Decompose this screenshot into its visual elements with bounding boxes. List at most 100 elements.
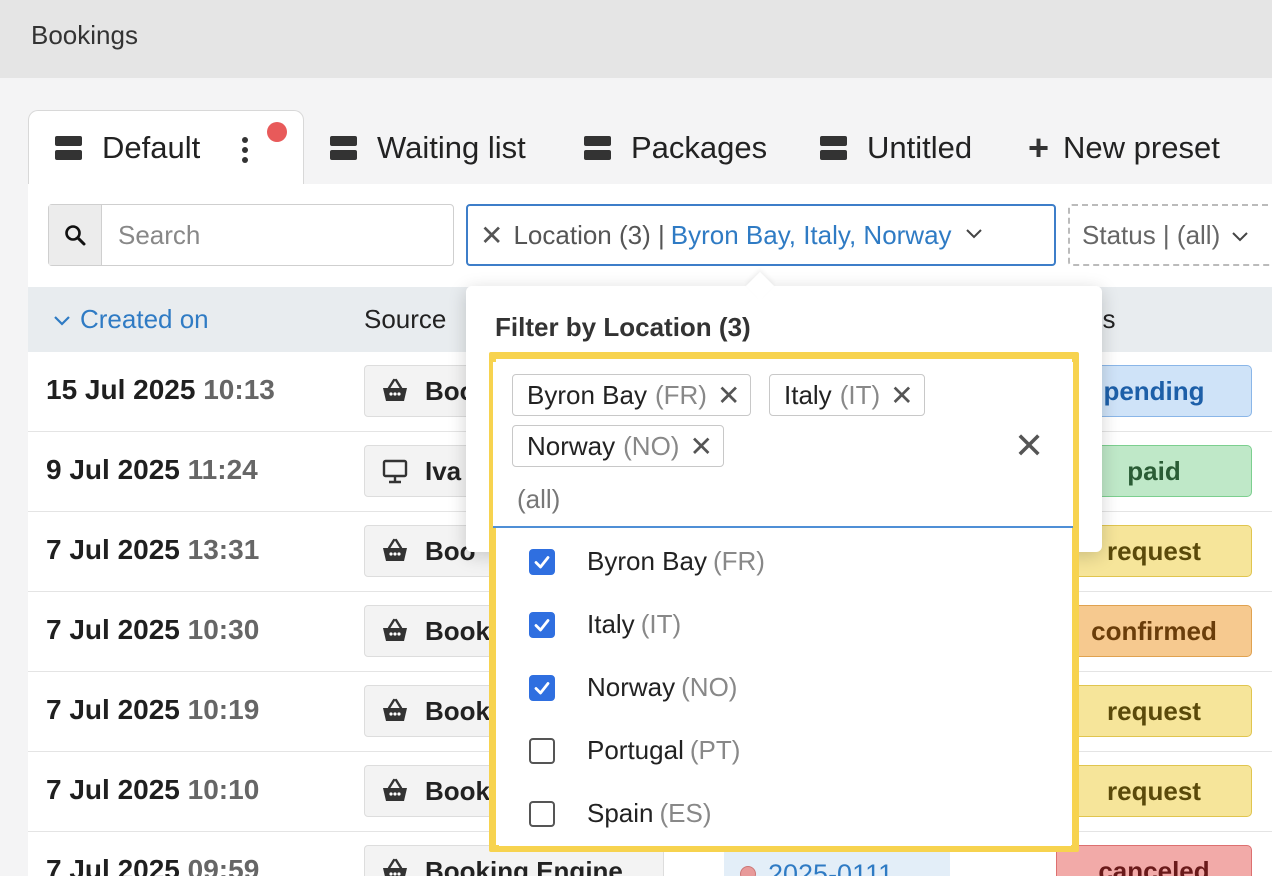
status-badge: request [1056,765,1252,817]
chip-label: Norway [527,430,616,461]
remove-chip-icon[interactable]: ✕ [890,379,913,412]
check-icon [534,681,550,694]
created-on-cell: 7 Jul 2025 10:30 [46,614,259,646]
option-name: Portugal [587,735,684,765]
location-option[interactable]: Italy (IT) [499,593,1071,656]
tab-waiting-list[interactable]: Waiting list [330,110,526,185]
basket-icon [381,617,409,645]
status-badge: canceled [1056,845,1252,876]
table-icon [330,135,357,160]
status-filter[interactable]: Status | (all) [1068,204,1272,266]
plus-icon: + [1028,126,1050,168]
tab-label: New preset [1063,129,1220,165]
search-button[interactable] [49,205,102,265]
time-text: 09:59 [187,854,260,876]
tab-label: Packages [631,129,768,165]
option-label: Spain (ES) [587,798,712,829]
preset-tabs: Default Waiting list Packages Untitled +… [0,110,1272,185]
location-option[interactable]: Portugal (PT) [499,719,1071,782]
source-label: Book [425,775,490,806]
option-label: Portugal (PT) [587,735,740,766]
source-label: Book [425,695,490,726]
basket-icon [381,537,409,565]
date-text: 7 Jul 2025 [46,694,180,725]
basket-icon [381,777,409,805]
chevron-down-icon [964,224,984,247]
selected-chip-byron-bay: Byron Bay (FR) ✕ [512,374,752,416]
date-text: 7 Jul 2025 [46,534,180,565]
created-on-cell: 7 Jul 2025 10:10 [46,774,259,806]
option-label: Italy (IT) [587,609,681,640]
checkbox-unchecked[interactable] [529,800,555,827]
search-icon [65,225,86,246]
chip-code: (FR) [654,379,707,410]
search-box [48,204,454,266]
tab-packages[interactable]: Packages [584,110,767,185]
selected-chip-italy: Italy (IT) ✕ [769,374,925,416]
basket-icon [381,857,409,876]
location-filter-label: Location (3) | [513,219,665,250]
clear-filter-icon[interactable]: ✕ [480,219,503,252]
option-code: (NO) [681,672,738,702]
table-icon [55,136,82,160]
table-icon [584,135,611,160]
created-on-cell: 15 Jul 2025 10:13 [46,374,275,406]
chip-label: Italy [784,379,832,410]
booking-ref[interactable]: 2025-0111 [724,848,950,876]
selected-chip-norway: Norway (NO) ✕ [512,425,724,467]
top-bar: Bookings [0,0,1272,78]
created-on-cell: 9 Jul 2025 11:24 [46,454,258,486]
date-text: 9 Jul 2025 [46,454,180,485]
chip-label: Byron Bay [527,379,647,410]
location-options-list: Byron Bay (FR) Italy (IT) Norway (NO) Portugal… [499,530,1071,846]
remove-chip-icon[interactable]: ✕ [689,430,712,463]
more-vertical-icon[interactable] [241,137,249,163]
unsaved-indicator [267,122,287,142]
tab-new-preset[interactable]: + New preset [1028,110,1220,185]
tab-default[interactable]: Default [28,110,304,185]
page-title: Bookings [31,20,138,50]
time-text: 10:10 [187,774,260,805]
tab-untitled[interactable]: Untitled [820,110,972,185]
tab-label: Untitled [867,129,973,165]
chevron-down-icon [54,316,70,326]
option-code: (FR) [712,546,765,576]
column-created-on[interactable]: Created on [52,304,209,335]
created-on-cell: 7 Jul 2025 10:19 [46,694,259,726]
checkbox-unchecked[interactable] [529,737,555,764]
time-text: 11:24 [187,454,258,485]
option-name: Italy [587,609,635,639]
check-icon [534,618,550,631]
popover-title: Filter by Location (3) [495,312,751,342]
checkbox-checked[interactable] [529,674,555,701]
chip-code: (NO) [623,430,680,461]
date-text: 7 Jul 2025 [46,854,180,876]
source-label: Book [425,615,490,646]
option-code: (PT) [689,735,741,765]
date-text: 7 Jul 2025 [46,774,180,805]
clear-all-icon[interactable]: ✕ [1014,428,1044,464]
option-code: (ES) [659,798,712,828]
multiselect-placeholder[interactable]: (all) [517,484,560,515]
checkbox-checked[interactable] [529,548,555,575]
created-on-cell: 7 Jul 2025 09:59 [46,854,259,876]
option-label: Byron Bay (FR) [587,546,765,577]
status-badge: request [1056,685,1252,737]
column-source[interactable]: Source [364,304,446,335]
location-option[interactable]: Byron Bay (FR) [499,530,1071,593]
checkbox-checked[interactable] [529,611,555,638]
location-option[interactable]: Spain (ES) [499,782,1071,845]
location-option[interactable]: Norway (NO) [499,656,1071,719]
time-text: 10:19 [187,694,260,725]
basket-icon [381,377,409,405]
time-text: 10:30 [187,614,260,645]
remove-chip-icon[interactable]: ✕ [717,379,740,412]
option-name: Norway [587,672,676,702]
location-filter[interactable]: ✕ Location (3) | Byron Bay, Italy, Norwa… [466,204,1056,266]
option-name: Spain [587,798,654,828]
check-icon [534,555,550,568]
booking-ref-label: 2025-0111 [768,858,894,876]
search-input[interactable] [102,205,453,265]
option-code: (IT) [640,609,682,639]
status-dot-icon [740,866,756,876]
